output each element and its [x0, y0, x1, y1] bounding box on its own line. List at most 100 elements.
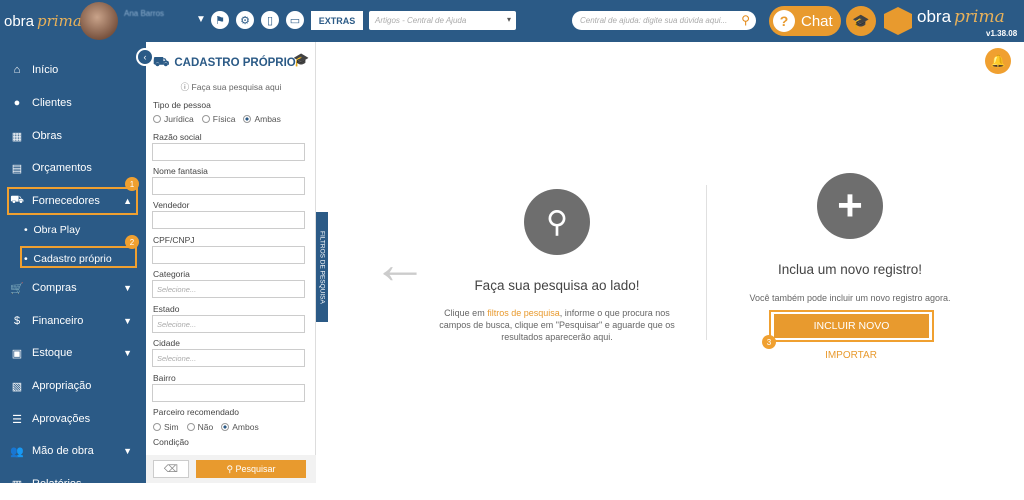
workers-icon: 👥 — [10, 445, 24, 458]
help-search-input[interactable]: Central de ajuda: digite sua dúvida aqui… — [572, 11, 756, 30]
extras-button[interactable]: EXTRAS — [311, 11, 363, 30]
graduation-cap-icon[interactable]: 🎓 — [846, 6, 876, 36]
tipo-pessoa-label: Tipo de pessoa — [153, 100, 211, 110]
parceiro-label: Parceiro recomendado — [153, 407, 239, 417]
monitor-icon[interactable]: ▭ — [286, 11, 304, 29]
sidebar-item-label: Obras — [32, 130, 62, 142]
document-icon: ▤ — [11, 162, 23, 175]
chevron-down-icon: ▾ — [506, 15, 511, 24]
pesquisar-label: Pesquisar — [235, 464, 276, 474]
filter-title: ⛟ CADASTRO PRÓPRIO — [153, 54, 296, 72]
radio-ambas[interactable]: Ambas — [243, 114, 281, 124]
sidebar-item-financeiro[interactable]: $ Financeiro ▼ — [0, 305, 146, 337]
user-icon: ● — [13, 97, 21, 109]
condicao-label: Condição — [153, 437, 189, 447]
flag-icon[interactable]: ⚑ — [211, 11, 229, 29]
sidebar-item-orcamentos[interactable]: ▤ Orçamentos — [0, 152, 146, 184]
nome-fantasia-input[interactable] — [152, 177, 305, 195]
brand-text: obra — [917, 7, 952, 26]
graduation-cap-icon[interactable]: 🎓 — [293, 52, 309, 68]
submenu-obra-play[interactable]: • Obra Play — [24, 224, 80, 236]
sidebar-item-apropriacao[interactable]: ▧ Apropriação — [0, 370, 146, 402]
filter-panel: ⛟ CADASTRO PRÓPRIO 🎓 ⓘ Faça sua pesquisa … — [146, 42, 316, 483]
incluir-novo-button[interactable]: INCLUIR NOVO — [774, 314, 929, 338]
sidebar-item-label: Orçamentos — [32, 162, 92, 174]
chevron-down-icon: ▼ — [123, 348, 132, 358]
caret-down-icon[interactable]: ▼ — [196, 14, 206, 25]
avatar[interactable] — [80, 2, 118, 40]
filter-hint: ⓘ Faça sua pesquisa aqui — [180, 82, 282, 92]
step-badge-2: 2 — [125, 235, 139, 249]
radio-circle — [201, 115, 210, 123]
importar-link[interactable]: IMPORTAR — [790, 350, 912, 361]
radio-juridica[interactable]: Jurídica — [153, 114, 194, 124]
razao-social-input[interactable] — [152, 143, 305, 161]
sidebar-item-label: Compras — [32, 282, 77, 294]
clear-filters-button[interactable]: ⌫ — [153, 460, 189, 478]
right-text: Você também pode incluir um novo registr… — [749, 293, 951, 303]
sidebar-item-mao-de-obra[interactable]: 👥 Mão de obra ▼ — [0, 435, 146, 467]
cpf-cnpj-label: CPF/CNPJ — [153, 235, 195, 245]
collapse-sidebar-button[interactable]: ‹ — [136, 48, 154, 66]
radio-circle — [243, 115, 252, 123]
cpf-cnpj-input[interactable] — [152, 246, 305, 264]
sidebar-item-estoque[interactable]: ▣ Estoque ▼ — [0, 337, 146, 369]
list-check-icon: ☰ — [12, 413, 22, 426]
sidebar-item-label: Relatórios — [32, 478, 82, 490]
gear-icon[interactable]: ⚙ — [236, 11, 254, 29]
radio-nao[interactable]: Não — [186, 422, 214, 432]
help-articles-placeholder: Artigos - Central de Ajuda — [375, 16, 467, 25]
filtros-link[interactable]: filtros de pesquisa — [487, 308, 560, 318]
dollar-icon: $ — [13, 315, 21, 327]
search-icon[interactable]: ⚲ — [741, 13, 750, 27]
radio-label: Jurídica — [164, 114, 194, 124]
app-logo[interactable]: obra prima — [4, 5, 82, 37]
sidebar-item-relatorios[interactable]: ▥ Relatórios — [0, 468, 146, 500]
brand-logo-icon — [884, 7, 912, 35]
sidebar-item-label: Início — [32, 64, 59, 76]
chevron-down-icon: ▼ — [123, 446, 132, 456]
chevron-down-icon: ▼ — [123, 283, 132, 293]
right-title: Inclua um novo registro! — [777, 262, 923, 277]
radio-label: Não — [197, 422, 214, 432]
razao-social-label: Razão social — [153, 132, 202, 142]
bairro-label: Bairro — [153, 373, 176, 383]
radio-sim[interactable]: Sim — [153, 422, 179, 432]
sidebar-item-label: Financeiro — [32, 315, 84, 327]
plus-icon: + — [817, 173, 883, 239]
sidebar-item-aprovacoes[interactable]: ☰ Aprovações — [0, 403, 146, 435]
sidebar-item-label: Mão de obra — [32, 445, 94, 457]
divider — [706, 185, 707, 340]
logo-text: obra — [4, 12, 35, 30]
vendedor-input[interactable] — [152, 211, 305, 229]
filter-title-text: CADASTRO PRÓPRIO — [174, 57, 296, 69]
mobile-icon[interactable]: ▯ — [261, 11, 279, 29]
filtros-side-tab[interactable]: FILTROS DE PESQUISA — [316, 212, 328, 322]
sidebar-item-label: Apropriação — [32, 380, 92, 392]
radio-label: Sim — [164, 422, 179, 432]
sidebar-item-clientes[interactable]: ● Clientes — [0, 87, 146, 119]
chat-button[interactable]: ? Chat — [769, 6, 841, 36]
bairro-input[interactable] — [152, 384, 305, 402]
report-icon: ▥ — [11, 478, 23, 491]
pesquisar-button[interactable]: ⚲ Pesquisar — [196, 460, 306, 478]
sidebar-item-obras[interactable]: ▦ Obras — [0, 120, 146, 152]
bell-icon[interactable]: 🔔 — [985, 48, 1011, 74]
nome-fantasia-label: Nome fantasia — [153, 166, 208, 176]
sidebar-item-inicio[interactable]: ⌂ Início — [0, 54, 146, 86]
home-icon: ⌂ — [13, 64, 21, 76]
radio-fisica[interactable]: Física — [201, 114, 235, 124]
help-articles-select[interactable]: Artigos - Central de Ajuda ▾ — [369, 11, 516, 30]
cidade-select[interactable]: Selecione... — [152, 349, 305, 367]
step-badge-1: 1 — [125, 177, 139, 191]
categoria-select[interactable]: Selecione... — [152, 280, 305, 298]
highlight-cadastro-proprio — [20, 246, 137, 268]
parceiro-radios: Sim Não Ambos — [153, 422, 267, 432]
side-tab-label: FILTROS DE PESQUISA — [318, 230, 326, 304]
filter-hint-text: Faça sua pesquisa aqui — [191, 82, 282, 92]
radio-ambos[interactable]: Ambos — [221, 422, 259, 432]
sidebar-item-compras[interactable]: 🛒 Compras ▼ — [0, 272, 146, 304]
radio-label: Ambos — [232, 422, 259, 432]
estado-select[interactable]: Selecione... — [152, 315, 305, 333]
radio-circle — [153, 423, 161, 431]
